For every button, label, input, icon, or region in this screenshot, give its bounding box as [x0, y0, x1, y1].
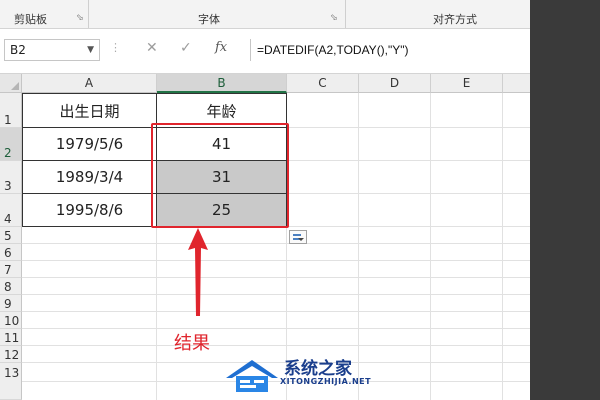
gridline [22, 243, 530, 244]
row-header[interactable]: 4 [0, 194, 22, 227]
enter-icon[interactable]: ✓ [180, 40, 192, 56]
column-header-d[interactable]: D [359, 74, 431, 93]
gridline [22, 328, 530, 329]
column-header-a[interactable]: A [22, 74, 157, 93]
drag-handle-icon[interactable]: ⋮ [110, 41, 122, 54]
formula-text: =DATEDIF(A2,TODAY(),"Y") [257, 43, 409, 57]
row-header[interactable]: 6 [0, 244, 22, 261]
ribbon-group-label: 对齐方式 [433, 13, 477, 26]
row-header[interactable]: 1 [0, 93, 22, 128]
gridline [22, 311, 530, 312]
quick-analysis-icon[interactable] [289, 230, 307, 244]
watermark-title: 系统之家 [284, 359, 352, 379]
ribbon-group-font[interactable]: 字体 ⬂ [90, 0, 344, 28]
row-header[interactable]: 7 [0, 261, 22, 278]
column-header-blank[interactable] [503, 74, 530, 93]
watermark-logo: 系统之家 XITONGZHIJIA.NET [222, 352, 382, 396]
row-header[interactable]: 5 [0, 227, 22, 244]
dialog-launcher-icon[interactable]: ⬂ [330, 13, 338, 23]
column-header-b[interactable]: B [157, 74, 287, 93]
ribbon: 剪贴板 ⬂ 字体 ⬂ 对齐方式 [0, 0, 530, 29]
row-header[interactable]: 10 [0, 312, 22, 329]
house-logo-icon [226, 360, 278, 392]
gridline [502, 93, 503, 400]
ribbon-divider [88, 0, 89, 28]
row-header[interactable]: 9 [0, 295, 22, 312]
cell-a2[interactable]: 1979/5/6 [22, 127, 157, 161]
select-all-button[interactable] [0, 74, 22, 93]
column-header-c[interactable]: C [287, 74, 359, 93]
row-header[interactable]: 2 [0, 128, 22, 161]
gridline [22, 277, 530, 278]
cancel-icon[interactable]: ✕ [146, 40, 158, 56]
row-header[interactable]: 11 [0, 329, 22, 346]
gridline [430, 93, 431, 400]
ribbon-group-clipboard[interactable]: 剪贴板 ⬂ [14, 0, 84, 28]
name-box-value: B2 [10, 43, 26, 57]
gridline [22, 294, 530, 295]
ribbon-group-label: 剪贴板 [14, 13, 47, 26]
watermark-subtitle: XITONGZHIJIA.NET [280, 377, 372, 386]
chevron-down-icon[interactable]: ▼ [87, 40, 94, 60]
ribbon-divider [345, 0, 346, 28]
ribbon-group-alignment[interactable]: 对齐方式 [347, 0, 527, 28]
row-header[interactable]: 13 [0, 363, 22, 400]
formula-bar: B2 ▼ ⋮ ✕ ✓ fx =DATEDIF(A2,TODAY(),"Y") [0, 29, 530, 74]
result-highlight-box [151, 123, 289, 228]
gridline [22, 345, 530, 346]
dialog-launcher-icon[interactable]: ⬂ [76, 13, 84, 23]
cell-a4[interactable]: 1995/8/6 [22, 193, 157, 227]
row-header[interactable]: 3 [0, 161, 22, 194]
ribbon-group-label: 字体 [198, 13, 220, 26]
background-strip [530, 0, 600, 400]
name-box[interactable]: B2 ▼ [4, 39, 100, 61]
gridline [22, 260, 530, 261]
result-label: 结果 [174, 333, 210, 354]
row-header[interactable]: 8 [0, 278, 22, 295]
insert-function-button[interactable]: fx [215, 40, 227, 55]
row-header[interactable]: 12 [0, 346, 22, 363]
cell-a1-header[interactable]: 出生日期 [22, 93, 157, 128]
arrow-up-icon [188, 228, 208, 316]
column-header-e[interactable]: E [431, 74, 503, 93]
cell-a3[interactable]: 1989/3/4 [22, 160, 157, 194]
formula-input[interactable]: =DATEDIF(A2,TODAY(),"Y") [250, 39, 530, 61]
